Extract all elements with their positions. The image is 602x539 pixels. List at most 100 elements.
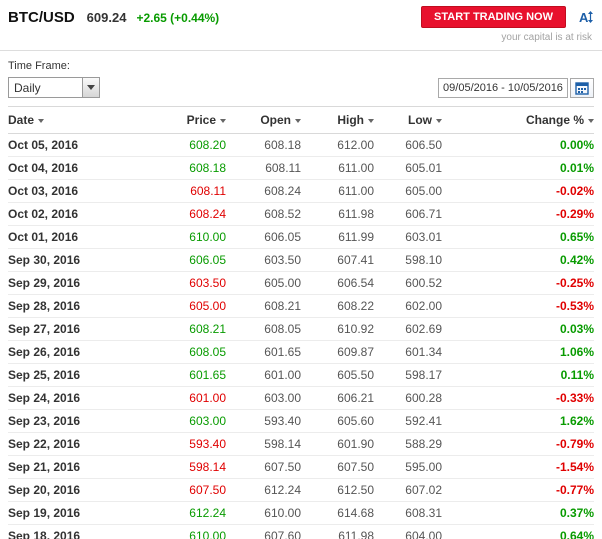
cell-open: 607.50 bbox=[226, 455, 301, 479]
cell-date: Oct 02, 2016 bbox=[8, 202, 150, 226]
column-header-low[interactable]: Low bbox=[374, 106, 442, 134]
sort-icon bbox=[295, 118, 301, 123]
cell-change: 0.42% bbox=[442, 248, 594, 272]
cell-price: 593.40 bbox=[150, 432, 226, 456]
cell-high: 601.90 bbox=[301, 432, 374, 456]
start-trading-button[interactable]: START TRADING NOW bbox=[421, 6, 566, 28]
cell-change: -0.79% bbox=[442, 432, 594, 456]
cell-open: 612.24 bbox=[226, 478, 301, 502]
cell-change: -0.29% bbox=[442, 202, 594, 226]
cell-change: 0.11% bbox=[442, 363, 594, 387]
cell-price: 601.65 bbox=[150, 363, 226, 387]
cell-high: 607.50 bbox=[301, 455, 374, 479]
cell-date: Oct 04, 2016 bbox=[8, 156, 150, 180]
price-change: +2.65 (+0.44%) bbox=[136, 11, 220, 25]
cell-high: 605.50 bbox=[301, 363, 374, 387]
cell-open: 601.00 bbox=[226, 363, 301, 387]
table-row: Oct 01, 2016 610.00 606.05 611.99 603.01 0.65… bbox=[8, 225, 594, 249]
cell-low: 601.34 bbox=[374, 340, 442, 364]
date-range-group: 09/05/2016 - 10/05/2016 bbox=[438, 77, 594, 98]
cell-open: 603.00 bbox=[226, 386, 301, 410]
cell-open: 608.21 bbox=[226, 294, 301, 318]
cell-open: 603.50 bbox=[226, 248, 301, 272]
cell-price: 606.05 bbox=[150, 248, 226, 272]
cell-high: 609.87 bbox=[301, 340, 374, 364]
cell-low: 606.50 bbox=[374, 133, 442, 157]
table-row: Oct 05, 2016 608.20 608.18 612.00 606.50 0.00… bbox=[8, 133, 594, 157]
cell-price: 601.00 bbox=[150, 386, 226, 410]
sort-icon bbox=[220, 118, 226, 123]
cell-high: 610.92 bbox=[301, 317, 374, 341]
cell-low: 592.41 bbox=[374, 409, 442, 433]
cell-change: 0.01% bbox=[442, 156, 594, 180]
column-header-price[interactable]: Price bbox=[150, 106, 226, 134]
font-size-icon[interactable]: A bbox=[576, 8, 594, 26]
table-row: Sep 22, 2016 593.40 598.14 601.90 588.29 -0.7… bbox=[8, 432, 594, 456]
cell-change: 0.65% bbox=[442, 225, 594, 249]
table-row: Oct 04, 2016 608.18 608.11 611.00 605.01 0.01… bbox=[8, 156, 594, 180]
cell-date: Sep 25, 2016 bbox=[8, 363, 150, 387]
timeframe-select[interactable]: Daily bbox=[8, 77, 100, 98]
quote-block: BTC/USD 609.24 +2.65 (+0.44%) bbox=[8, 6, 219, 26]
cell-date: Sep 18, 2016 bbox=[8, 524, 150, 539]
cell-low: 602.69 bbox=[374, 317, 442, 341]
cell-price: 605.00 bbox=[150, 294, 226, 318]
calendar-button[interactable] bbox=[570, 77, 594, 98]
cell-high: 605.60 bbox=[301, 409, 374, 433]
top-bar: BTC/USD 609.24 +2.65 (+0.44%) START TRAD… bbox=[0, 0, 602, 43]
cell-open: 608.11 bbox=[226, 156, 301, 180]
cell-date: Sep 24, 2016 bbox=[8, 386, 150, 410]
cell-price: 610.00 bbox=[150, 225, 226, 249]
cell-date: Sep 23, 2016 bbox=[8, 409, 150, 433]
cell-low: 605.01 bbox=[374, 156, 442, 180]
cell-date: Oct 05, 2016 bbox=[8, 133, 150, 157]
cell-high: 612.50 bbox=[301, 478, 374, 502]
cell-low: 605.00 bbox=[374, 179, 442, 203]
cell-date: Sep 22, 2016 bbox=[8, 432, 150, 456]
cell-date: Sep 28, 2016 bbox=[8, 294, 150, 318]
cell-change: 1.62% bbox=[442, 409, 594, 433]
column-header-high[interactable]: High bbox=[301, 106, 374, 134]
cell-open: 610.00 bbox=[226, 501, 301, 525]
column-header-date[interactable]: Date bbox=[8, 106, 150, 134]
cell-price: 607.50 bbox=[150, 478, 226, 502]
column-header-open[interactable]: Open bbox=[226, 106, 301, 134]
table-row: Sep 28, 2016 605.00 608.21 608.22 602.00 -0.5… bbox=[8, 294, 594, 318]
cell-change: 0.03% bbox=[442, 317, 594, 341]
cell-date: Sep 30, 2016 bbox=[8, 248, 150, 272]
cell-date: Sep 21, 2016 bbox=[8, 455, 150, 479]
cell-change: -0.02% bbox=[442, 179, 594, 203]
cell-date: Oct 03, 2016 bbox=[8, 179, 150, 203]
date-range-input[interactable]: 09/05/2016 - 10/05/2016 bbox=[438, 77, 568, 98]
select-arrow-button[interactable] bbox=[82, 78, 99, 97]
cell-price: 603.50 bbox=[150, 271, 226, 295]
cell-price: 608.05 bbox=[150, 340, 226, 364]
cell-high: 611.98 bbox=[301, 202, 374, 226]
cell-high: 606.54 bbox=[301, 271, 374, 295]
cell-price: 610.00 bbox=[150, 524, 226, 539]
table-row: Oct 02, 2016 608.24 608.52 611.98 606.71 -0.2… bbox=[8, 202, 594, 226]
table-row: Sep 24, 2016 601.00 603.00 606.21 600.28 -0.3… bbox=[8, 386, 594, 410]
cell-high: 611.98 bbox=[301, 524, 374, 539]
cell-low: 603.01 bbox=[374, 225, 442, 249]
svg-text:A: A bbox=[579, 10, 589, 25]
sort-icon bbox=[368, 118, 374, 123]
cell-change: 0.00% bbox=[442, 133, 594, 157]
cell-high: 608.22 bbox=[301, 294, 374, 318]
table-row: Sep 18, 2016 610.00 607.60 611.98 604.00 0.64… bbox=[8, 524, 594, 539]
cell-low: 607.02 bbox=[374, 478, 442, 502]
cell-low: 598.17 bbox=[374, 363, 442, 387]
table-row: Sep 29, 2016 603.50 605.00 606.54 600.52 -0.2… bbox=[8, 271, 594, 295]
table-row: Sep 23, 2016 603.00 593.40 605.60 592.41 1.62… bbox=[8, 409, 594, 433]
cell-open: 608.24 bbox=[226, 179, 301, 203]
cell-low: 608.31 bbox=[374, 501, 442, 525]
column-header-change[interactable]: Change % bbox=[442, 106, 594, 134]
controls-bar: Time Frame: Daily 09/05/2016 - 10/05/201… bbox=[0, 51, 602, 98]
cell-price: 608.20 bbox=[150, 133, 226, 157]
cell-low: 588.29 bbox=[374, 432, 442, 456]
cell-high: 611.00 bbox=[301, 179, 374, 203]
cell-price: 608.24 bbox=[150, 202, 226, 226]
cell-change: 1.06% bbox=[442, 340, 594, 364]
table-row: Sep 21, 2016 598.14 607.50 607.50 595.00 -1.5… bbox=[8, 455, 594, 479]
chevron-down-icon bbox=[87, 85, 95, 90]
